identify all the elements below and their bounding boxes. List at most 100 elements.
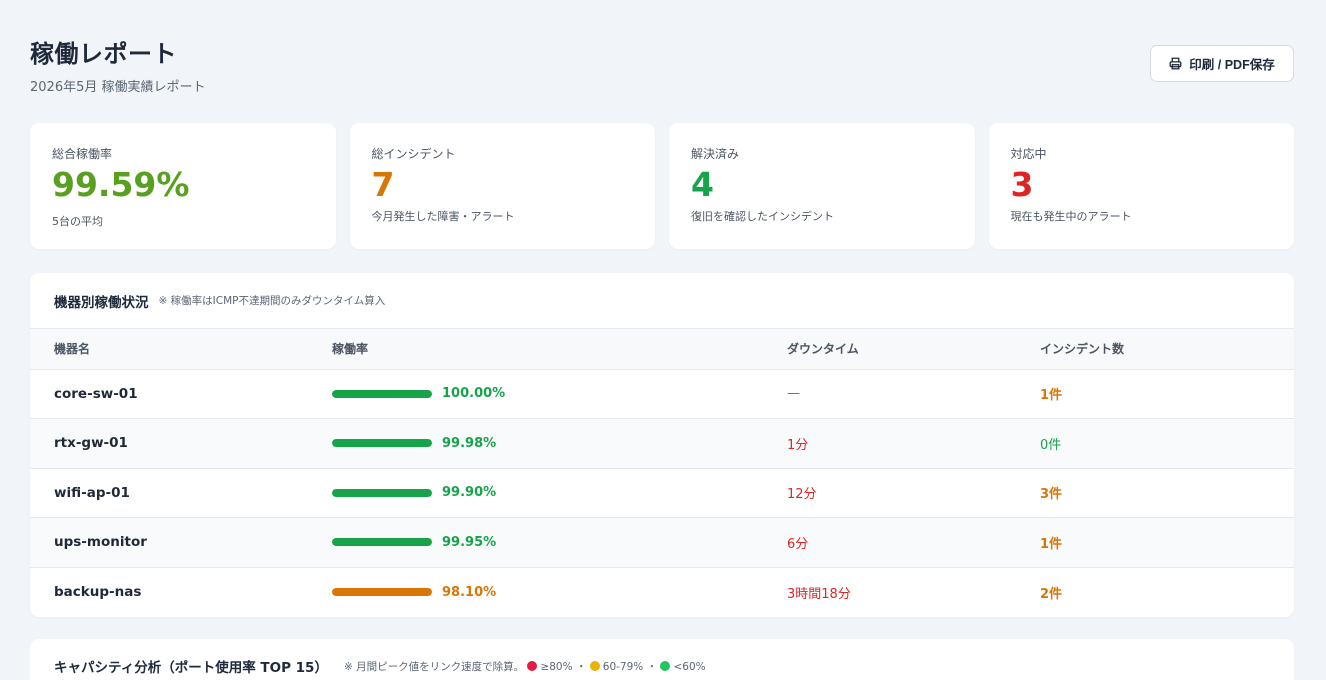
uptime-cell: 98.10% [332,567,787,617]
stat-note: 現在も発生中のアラート [1010,210,1132,223]
table-row[interactable]: wifi-ap-01 99.90% 12分 3件 [30,468,1294,518]
legend-separator: ・ [646,660,658,673]
uptime-bar-fill [332,389,432,398]
stat-card-in-progress: 対応中 3 現在も発生中のアラート [988,123,1294,249]
legend-separator: ・ [575,660,587,673]
uptime-cell: 99.90% [332,468,787,518]
legend-label-high: ≥80% [540,660,573,673]
stat-value: 7 [371,165,395,204]
device-name: core-sw-01 [54,385,138,402]
device-name: rtx-gw-01 [54,435,128,452]
downtime-cell: 1分 [787,418,1040,469]
device-name: ups-monitor [54,534,147,551]
capacity-note: ※ 月間ピーク値をリンク速度で除算。 ≥80% ・ 60-79% ・ <60% [344,659,706,674]
downtime-value: 12分 [787,487,817,503]
incident-count-cell: 1件 [1040,517,1294,568]
incident-count-cell: 1件 [1040,369,1294,419]
stat-label: 対応中 [1010,147,1047,161]
uptime-cell: 99.98% [332,418,787,469]
stat-label: 総合稼働率 [52,147,113,161]
print-button-label: 印刷 / PDF保存 [1189,58,1275,72]
uptime-bar-fill [332,588,432,596]
panel-header: キャパシティ分析（ポート使用率 TOP 15） ※ 月間ピーク値をリンク速度で除… [30,639,1294,680]
stat-value: 3 [1010,165,1034,204]
panel-title: キャパシティ分析（ポート使用率 TOP 15） [54,660,328,676]
uptime-percent: 99.98% [442,435,497,451]
legend-label-mid: 60-79% [602,660,644,673]
downtime-value: 6分 [787,536,809,552]
table-row[interactable]: ups-monitor 99.95% 6分 1件 [30,517,1294,568]
table-row[interactable]: rtx-gw-01 99.98% 1分 0件 [30,418,1294,469]
table-header-row: 機器名 稼働率 ダウンタイム インシデント数 [30,329,1294,370]
page-subtitle: 2026年5月 稼働実績レポート [30,80,206,95]
panel-note: ※ 稼働率はICMP不達期間のみダウンタイム算入 [158,295,386,307]
uptime-percent: 99.95% [442,534,497,550]
downtime-value: — [787,386,800,402]
print-pdf-button[interactable]: 印刷 / PDF保存 [1150,45,1294,82]
uptime-bar-fill [332,488,432,497]
uptime-bar [332,538,432,547]
report-header: 稼働レポート 2026年5月 稼働実績レポート 印刷 / PDF保存 [30,0,1294,123]
column-header-device[interactable]: 機器名 [30,329,332,370]
uptime-percent: 98.10% [442,584,497,600]
uptime-cell: 99.95% [332,517,787,568]
red-dot-icon [527,660,538,671]
stat-card-resolved: 解決済み 4 復旧を確認したインシデント [669,123,975,249]
downtime-cell: 12分 [787,468,1040,518]
printer-icon [1169,57,1182,70]
stat-label: 総インシデント [371,147,456,161]
downtime-cell: 6分 [787,517,1040,568]
page-title: 稼働レポート [30,40,177,68]
downtime-value: 3時間18分 [787,586,851,602]
uptime-percent: 100.00% [442,386,506,402]
device-name-cell: wifi-ap-01 [30,468,332,518]
table-row[interactable]: core-sw-01 100.00% — 1件 [30,369,1294,419]
device-name-cell: backup-nas [30,567,332,617]
incident-count: 3件 [1040,487,1063,503]
legend-label-low: <60% [673,660,706,673]
downtime-cell: — [787,369,1040,419]
column-header-uptime[interactable]: 稼働率 [332,329,787,370]
device-name-cell: rtx-gw-01 [30,418,332,469]
stat-value: 4 [691,165,714,204]
device-name: wifi-ap-01 [54,484,130,501]
stat-note: 5台の平均 [52,215,103,228]
downtime-cell: 3時間18分 [787,567,1040,617]
stat-value: 99.59% [52,165,190,204]
column-header-downtime[interactable]: ダウンタイム [787,329,1040,370]
incident-count: 1件 [1040,388,1063,404]
panel-title: 機器別稼働状況 [54,294,149,311]
capacity-panel: キャパシティ分析（ポート使用率 TOP 15） ※ 月間ピーク値をリンク速度で除… [30,639,1294,680]
incident-count-cell: 2件 [1040,567,1294,617]
device-table: 機器名 稼働率 ダウンタイム インシデント数 core-sw-01 100.00%… [30,329,1294,617]
downtime-value: 1分 [787,437,809,453]
incident-count: 0件 [1040,437,1062,453]
capacity-note-text: ※ 月間ピーク値をリンク速度で除算。 [343,660,525,673]
uptime-bar-fill [332,538,432,547]
stat-note: 今月発生した障害・アラート [371,210,515,223]
incident-count: 1件 [1040,536,1063,552]
incident-count-cell: 0件 [1040,418,1294,469]
yellow-dot-icon [589,660,600,671]
incident-count: 2件 [1040,586,1063,602]
stat-card-uptime: 総合稼働率 99.59% 5台の平均 [30,123,336,249]
uptime-percent: 99.90% [442,485,497,501]
incident-count-cell: 3件 [1040,468,1294,518]
column-header-incidents[interactable]: インシデント数 [1040,329,1294,370]
stat-note: 復旧を確認したインシデント [691,210,834,223]
uptime-bar [332,588,432,596]
uptime-bar [332,488,432,497]
device-name-cell: ups-monitor [30,517,332,568]
device-uptime-panel: 機器別稼働状況 ※ 稼働率はICMP不達期間のみダウンタイム算入 機器名 稼働率… [30,273,1294,617]
stat-card-total-incidents: 総インシデント 7 今月発生した障害・アラート [349,123,655,249]
device-name-cell: core-sw-01 [30,369,332,419]
table-row[interactable]: backup-nas 98.10% 3時間18分 2件 [30,567,1294,617]
uptime-bar-fill [332,439,432,448]
uptime-bar [332,389,432,398]
uptime-cell: 100.00% [332,369,787,419]
device-name: backup-nas [54,584,142,600]
uptime-bar [332,439,432,448]
panel-header: 機器別稼働状況 ※ 稼働率はICMP不達期間のみダウンタイム算入 [30,273,1294,329]
summary-cards: 総合稼働率 99.59% 5台の平均 総インシデント 7 今月発生した障害・アラ… [30,123,1294,249]
stat-label: 解決済み [691,147,740,161]
